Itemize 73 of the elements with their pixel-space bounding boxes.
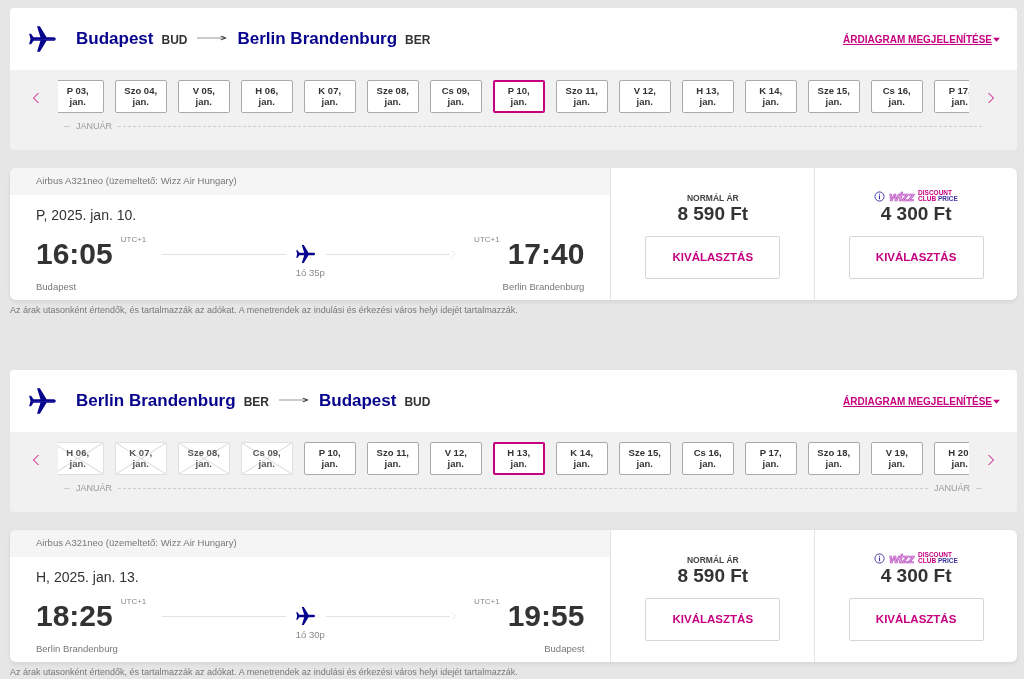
date-chip[interactable]: Szo 18, jan. [807, 442, 860, 475]
price-value: 8 590 Ft [677, 204, 749, 225]
departure-time: 18:25 [36, 598, 113, 632]
date-chip[interactable]: H 13, jan. [492, 442, 545, 475]
destination-city: Berlin Brandenburg [237, 28, 398, 51]
date-chip[interactable]: V 12, jan. [429, 442, 482, 475]
date-chip[interactable]: P 17, jan. [744, 442, 797, 475]
info-icon [874, 190, 886, 202]
date-chip[interactable]: H 20, jan. [933, 442, 970, 475]
timezone-label: UTC+1 [120, 234, 147, 246]
timezone-label: UTC+1 [474, 234, 500, 246]
date-chip[interactable]: Cs 16, jan. [870, 80, 923, 113]
destination-city: Budapest [318, 390, 397, 413]
select-button[interactable]: KIVÁLASZTÁS [848, 235, 984, 279]
price-value: 4 300 Ft [880, 566, 952, 587]
arrival-city: Berlin Brandenburg [502, 280, 585, 295]
flight-date: P, 2025. jan. 10. [36, 207, 137, 223]
date-chip[interactable]: Sze 15, jan. [618, 442, 671, 475]
flight-duration: 1ó 30p [295, 628, 325, 642]
month-label: JANUÁR [76, 120, 112, 133]
price-value: 4 300 Ft [880, 204, 952, 225]
date-chip[interactable]: Szo 11, jan. [555, 80, 608, 113]
arrival-time: 17:40 [507, 236, 585, 270]
date-chip[interactable]: V 05, jan. [177, 80, 230, 113]
price-label: NORMÁL ÁR [686, 554, 739, 566]
timezone-label: UTC+1 [120, 596, 147, 608]
origin-city: Berlin Brandenburg [76, 390, 236, 413]
price-value: 8 590 Ft [677, 566, 749, 587]
aircraft-info: Airbus A321neo (üzemeltető: Wizz Air Hungary) [36, 537, 237, 548]
price-label: NORMÁL ÁR [686, 192, 739, 204]
month-label: JANUÁR [76, 482, 112, 495]
departure-time: 16:05 [36, 236, 113, 270]
airport-code: BUD [404, 394, 431, 412]
origin-city: Budapest [76, 28, 154, 51]
aircraft-info: Airbus A321neo (üzemeltető: Wizz Air Hungary) [36, 175, 237, 186]
flight-date: H, 2025. jan. 13. [36, 569, 139, 585]
timezone-label: UTC+1 [474, 596, 500, 608]
price-chart-link[interactable]: ÁRDIAGRAM MEGJELENÍTÉSE [843, 393, 1001, 409]
date-chip[interactable]: V 19, jan. [870, 442, 923, 475]
date-chip[interactable]: K 07, jan. [303, 80, 356, 113]
select-button[interactable]: KIVÁLASZTÁS [848, 597, 984, 641]
info-icon [874, 552, 886, 564]
brand-logo: wizz [889, 189, 915, 203]
select-button[interactable]: KIVÁLASZTÁS [645, 235, 781, 279]
date-chip[interactable]: Cs 09, jan. [429, 80, 482, 113]
date-chip[interactable]: Cs 16, jan. [681, 442, 734, 475]
price-chart-link[interactable]: ÁRDIAGRAM MEGJELENÍTÉSE [843, 31, 1001, 47]
date-chip[interactable]: Sze 08, jan. [366, 80, 419, 113]
date-chip[interactable]: Szo 04, jan. [114, 80, 167, 113]
date-chip[interactable]: P 17, jan. [933, 80, 970, 113]
date-chip[interactable]: Sze 15, jan. [807, 80, 860, 113]
flight-duration: 1ó 35p [295, 266, 325, 280]
arrival-time: 19:55 [507, 598, 585, 632]
airport-code: BUD [161, 32, 188, 50]
date-chip[interactable]: V 12, jan. [618, 80, 671, 113]
footnote: Az árak utasonként értendők, és tartalmazzák az adókat. A menetrendek az indulási és érkezési város helyi idejét tartalmazzák. [10, 304, 519, 317]
departure-city: Berlin Brandenburg [36, 642, 118, 657]
footnote: Az árak utasonként értendők, és tartalmazzák az adókat. A menetrendek az indulási és érkezési város helyi idejét tartalmazzák. [10, 666, 519, 679]
date-chip[interactable]: K 14, jan. [555, 442, 608, 475]
brand-logo: wizz [889, 551, 915, 565]
arrival-city: Budapest [544, 642, 585, 657]
date-chip[interactable]: P 03, jan. [57, 80, 104, 113]
airport-code: BER [243, 394, 269, 412]
select-button[interactable]: KIVÁLASZTÁS [645, 597, 781, 641]
airport-code: BER [405, 32, 431, 50]
date-chip[interactable]: P 10, jan. [303, 442, 356, 475]
date-chip[interactable]: H 06, jan. [240, 80, 293, 113]
month-label: JANUÁR [934, 482, 970, 495]
date-chip[interactable]: Szo 11, jan. [366, 442, 419, 475]
departure-city: Budapest [36, 280, 77, 295]
date-chip[interactable]: H 13, jan. [681, 80, 734, 113]
date-chip[interactable]: K 14, jan. [744, 80, 797, 113]
date-chip[interactable]: P 10, jan. [492, 80, 545, 113]
